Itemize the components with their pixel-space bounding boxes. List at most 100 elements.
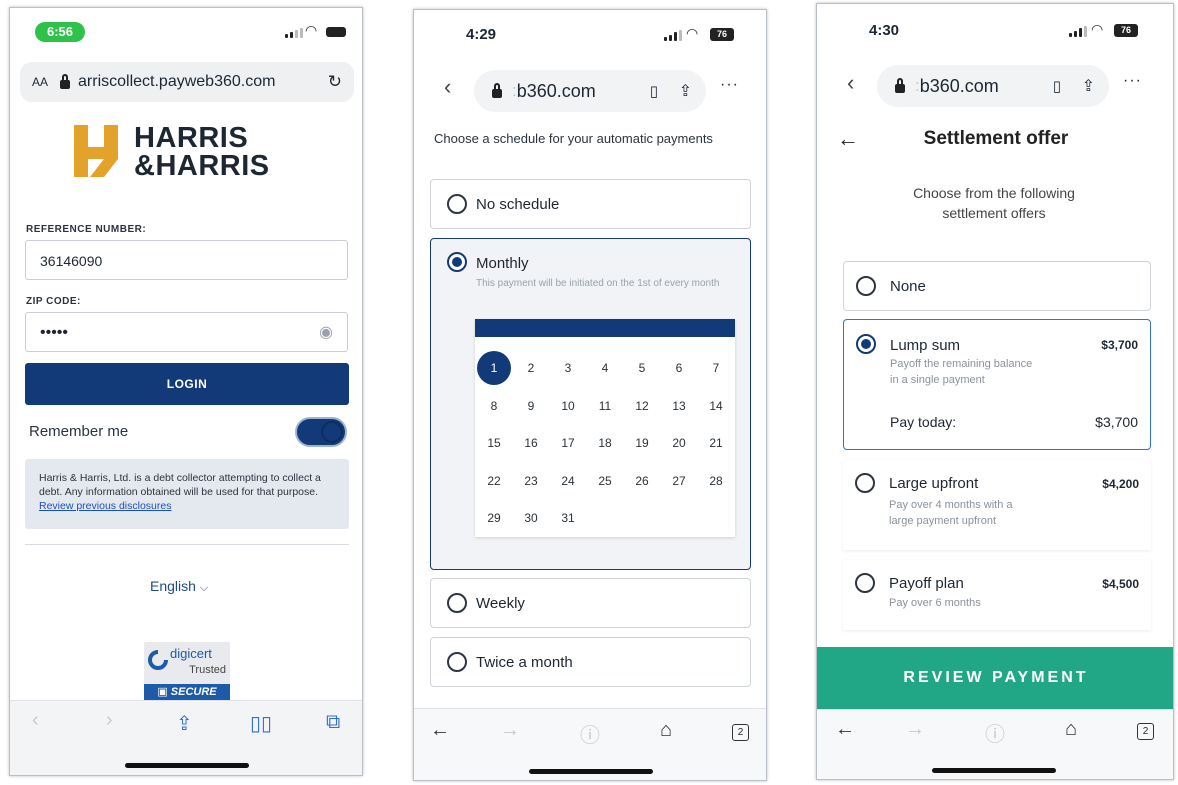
bookmarks-icon[interactable]: ▯▯ — [250, 711, 272, 736]
lock-icon — [492, 82, 502, 98]
forward-arrow-icon[interactable]: › — [106, 709, 113, 732]
review-payment-button[interactable]: REVIEW PAYMENT — [817, 647, 1173, 709]
share-icon[interactable]: ⇪ — [679, 81, 692, 101]
calendar-day[interactable]: 20 — [662, 426, 696, 460]
calendar-day[interactable]: 25 — [588, 464, 622, 498]
url-text: b360.com — [516, 80, 596, 101]
info-icon[interactable]: ⓘ — [580, 719, 600, 748]
more-menu-icon[interactable]: ··· — [1123, 72, 1142, 90]
option-label: Twice a month — [476, 654, 573, 671]
phone-screen-schedule: 4:29 ◠ 76 ‹ : b360.com ▯ ⇪ ··· Choose a … — [413, 9, 767, 781]
calendar-day[interactable]: 31 — [551, 501, 585, 535]
tabs-count-icon[interactable]: 2 — [1137, 723, 1154, 740]
share-icon[interactable]: ⇪ — [176, 711, 193, 736]
back-arrow-icon[interactable]: ← — [430, 719, 450, 742]
calendar-day[interactable]: 21 — [699, 426, 733, 460]
calendar-day[interactable]: 12 — [625, 389, 659, 423]
calendar-day[interactable]: 28 — [699, 464, 733, 498]
back-arrow-icon[interactable]: ‹ — [32, 709, 39, 732]
radio-large-upfront[interactable] — [855, 473, 875, 493]
calendar-day[interactable]: 10 — [551, 389, 585, 423]
calendar-day[interactable]: 3 — [551, 351, 585, 385]
address-bar[interactable]: : b360.com ▯ ⇪ — [877, 65, 1109, 107]
address-bar[interactable]: AA arriscollect.payweb360.com ↻ — [20, 62, 354, 102]
review-disclosures-link[interactable]: Review previous disclosures — [39, 500, 171, 512]
calendar-day[interactable]: 14 — [699, 389, 733, 423]
offer-large-upfront[interactable]: Large upfront $4,200 Pay over 4 months w… — [843, 460, 1151, 550]
offer-none[interactable]: None — [843, 261, 1151, 311]
option-twice-a-month[interactable]: Twice a month — [430, 637, 751, 687]
calendar-day[interactable]: 11 — [588, 389, 622, 423]
radio-none[interactable] — [856, 276, 876, 296]
tabs-icon[interactable]: ⧉ — [326, 711, 340, 734]
forward-arrow-icon[interactable]: → — [500, 719, 520, 742]
harris-logo-mark — [74, 125, 122, 177]
signal-icon — [285, 28, 303, 38]
calendar-day[interactable]: 9 — [514, 389, 548, 423]
radio-twice-a-month[interactable] — [447, 652, 467, 672]
language-selector[interactable]: English ⌵ — [150, 578, 208, 595]
calendar-day[interactable]: 30 — [514, 501, 548, 535]
login-button[interactable]: LOGIN — [25, 363, 349, 405]
offer-desc-line1: Pay over 4 months with a — [889, 499, 1013, 511]
back-chevron-icon[interactable]: ‹ — [444, 74, 451, 100]
option-no-schedule[interactable]: No schedule — [430, 179, 751, 229]
calendar-day[interactable]: 23 — [514, 464, 548, 498]
safari-toolbar: ‹ › ⇪ ▯▯ ⧉ — [10, 700, 362, 775]
calendar-day[interactable]: 1 — [477, 351, 511, 385]
home-icon[interactable]: ⌂ — [1065, 718, 1077, 741]
calendar-day[interactable]: 4 — [588, 351, 622, 385]
option-weekly[interactable]: Weekly — [430, 578, 751, 628]
remember-me-label: Remember me — [29, 423, 129, 440]
calendar-day[interactable]: 16 — [514, 426, 548, 460]
radio-no-schedule[interactable] — [447, 194, 467, 214]
calendar-day[interactable]: 17 — [551, 426, 585, 460]
calendar-day[interactable]: 5 — [625, 351, 659, 385]
calendar-day[interactable]: 8 — [477, 389, 511, 423]
calendar-day[interactable]: 26 — [625, 464, 659, 498]
radio-weekly[interactable] — [447, 593, 467, 613]
option-monthly[interactable]: Monthly This payment will be initiated o… — [430, 238, 751, 570]
url-text: b360.com — [919, 75, 999, 96]
share-icon[interactable]: ⇪ — [1082, 76, 1095, 96]
calendar-day[interactable]: 22 — [477, 464, 511, 498]
calendar-day[interactable]: 2 — [514, 351, 548, 385]
offer-label: Large upfront — [889, 475, 979, 492]
calendar-day[interactable]: 13 — [662, 389, 696, 423]
tabs-count-icon[interactable]: 2 — [732, 724, 749, 741]
calendar-day[interactable]: 29 — [477, 501, 511, 535]
back-arrow-icon[interactable]: ← — [835, 718, 855, 741]
zip-code-input[interactable]: ••••• ◉ — [25, 312, 348, 352]
option-label: No schedule — [476, 196, 560, 213]
reload-icon[interactable]: ↻ — [328, 72, 342, 92]
reference-number-input[interactable]: 36146090 — [25, 240, 348, 280]
schedule-heading: Choose a schedule for your automatic pay… — [434, 131, 713, 146]
zip-code-value: ••••• — [40, 324, 69, 341]
home-icon[interactable]: ⌂ — [660, 719, 672, 742]
chevron-down-icon: ⌵ — [199, 582, 209, 594]
bookmark-icon[interactable]: ▯ — [1053, 77, 1061, 95]
more-menu-icon[interactable]: ··· — [720, 76, 739, 94]
calendar-day[interactable]: 7 — [699, 351, 733, 385]
bookmark-icon[interactable]: ▯ — [650, 82, 658, 100]
forward-arrow-icon[interactable]: → — [905, 718, 925, 741]
radio-payoff-plan[interactable] — [855, 573, 875, 593]
address-bar[interactable]: : b360.com ▯ ⇪ — [474, 70, 706, 112]
back-chevron-icon[interactable]: ‹ — [847, 70, 854, 96]
text-size-button[interactable]: AA — [32, 75, 48, 89]
calendar-day[interactable]: 6 — [662, 351, 696, 385]
calendar-day[interactable]: 27 — [662, 464, 696, 498]
calendar-day[interactable]: 15 — [477, 426, 511, 460]
radio-lump-sum[interactable] — [856, 334, 876, 354]
offer-payoff-plan[interactable]: Payoff plan $4,500 Pay over 6 months — [843, 560, 1151, 630]
logo-text-line2: &HARRIS — [134, 150, 270, 182]
calendar-day[interactable]: 24 — [551, 464, 585, 498]
calendar-day[interactable]: 19 — [625, 426, 659, 460]
remember-me-toggle[interactable] — [295, 417, 347, 447]
info-icon[interactable]: ⓘ — [985, 718, 1005, 747]
url-text: arriscollect.payweb360.com — [78, 73, 276, 90]
eye-icon[interactable]: ◉ — [319, 313, 333, 353]
offer-lump-sum[interactable]: Lump sum $3,700 Payoff the remaining bal… — [843, 319, 1151, 450]
calendar-day[interactable]: 18 — [588, 426, 622, 460]
radio-monthly[interactable] — [447, 252, 467, 272]
